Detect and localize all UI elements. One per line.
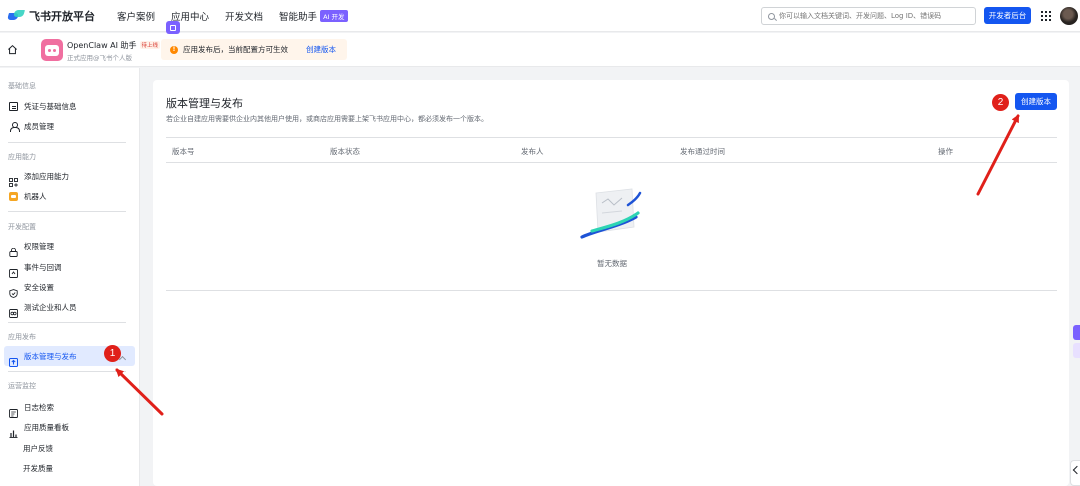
warning-icon: ! — [170, 45, 178, 54]
app-status-badge: 待上线 — [139, 41, 161, 49]
main-panel: 版本管理与发布 若企业自建应用需要供企业内其他用户使用，或商店应用需要上架飞书应… — [153, 80, 1069, 486]
nav-smart-assistant[interactable]: 智能助手 AI 开发 — [279, 9, 348, 23]
sidebar-item-test-tenant[interactable]: 测试企业和人员 — [4, 297, 135, 318]
nav-smart-assistant-label: 智能助手 — [279, 11, 318, 23]
shield-icon — [9, 283, 18, 298]
publish-notice: ! 应用发布后，当前配置方可生效 创建版本 — [161, 39, 347, 60]
nav-customer-cases[interactable]: 客户案例 — [117, 9, 155, 23]
sidebar-item-label: 测试企业和人员 — [24, 302, 77, 312]
developer-console-button[interactable]: 开发者后台 — [984, 7, 1031, 24]
sidebar-item-label: 添加应用能力 — [24, 171, 69, 181]
divider — [8, 211, 126, 212]
sidebar-item-label: 事件与回调 — [24, 262, 62, 272]
app-name[interactable]: OpenClaw AI 助手 待上线 — [67, 40, 161, 51]
grid-plus-icon — [9, 172, 18, 187]
sidebar-item-members[interactable]: 成员管理 — [4, 116, 135, 136]
sidebar-item-credentials[interactable]: 凭证与基础信息 — [4, 96, 135, 116]
divider — [8, 371, 126, 372]
version-icon — [9, 352, 18, 367]
empty-state-text: 暂无数据 — [597, 259, 627, 268]
column-header-approved-time: 发布通过时间 — [680, 147, 725, 156]
bar-chart-icon — [9, 423, 18, 438]
ai-assistant-tab[interactable] — [1073, 325, 1080, 340]
document-icon — [9, 101, 18, 111]
event-icon — [9, 263, 18, 278]
empty-state-illustration — [580, 188, 642, 239]
sidebar-item-label: 用户反馈 — [23, 443, 53, 453]
sidebar: 基础信息 凭证与基础信息 成员管理 应用能力 添加应用能力 机器人 开发配置 权… — [0, 68, 140, 486]
app-type-label: 正式应用@飞书个人版 — [67, 54, 132, 62]
test-icon — [9, 303, 18, 318]
sidebar-item-user-feedback[interactable]: 用户反馈 — [4, 438, 135, 458]
app-center-popup-icon[interactable] — [166, 21, 180, 34]
sidebar-item-label: 凭证与基础信息 — [24, 101, 77, 111]
app-avatar — [41, 39, 63, 61]
help-tab[interactable] — [1073, 343, 1080, 358]
notice-create-version-link[interactable]: 创建版本 — [306, 44, 336, 55]
feishu-logo-icon — [7, 9, 25, 22]
column-header-actions: 操作 — [938, 147, 953, 156]
sidebar-item-label: 应用质量看板 — [24, 422, 69, 432]
user-icon — [9, 121, 20, 132]
table-divider — [166, 290, 1057, 291]
sidebar-item-quality-dashboard[interactable]: 应用质量看板 — [4, 417, 135, 438]
sidebar-item-add-capability[interactable]: 添加应用能力 — [4, 166, 135, 187]
page-title: 版本管理与发布 — [166, 97, 243, 110]
section-title-basic: 基础信息 — [8, 82, 36, 90]
section-title-publish: 应用发布 — [8, 333, 36, 341]
search-input[interactable] — [779, 12, 969, 20]
robot-icon — [9, 191, 18, 201]
nav-dev-docs[interactable]: 开发文档 — [225, 9, 263, 23]
divider — [8, 142, 126, 143]
sidebar-item-events[interactable]: 事件与回调 — [4, 257, 135, 278]
user-avatar[interactable] — [1060, 7, 1078, 25]
annotation-marker-2: 2 — [992, 94, 1009, 111]
home-icon[interactable] — [7, 44, 18, 55]
section-title-monitoring: 运营监控 — [8, 382, 36, 390]
notice-text: 应用发布后，当前配置方可生效 — [183, 45, 288, 54]
sidebar-item-label: 安全设置 — [24, 282, 54, 292]
sidebar-item-security[interactable]: 安全设置 — [4, 277, 135, 298]
sidebar-item-label: 日志检索 — [24, 402, 54, 412]
log-icon — [9, 403, 18, 418]
sidebar-item-permissions[interactable]: 权限管理 — [4, 236, 135, 257]
column-header-publisher: 发布人 — [521, 147, 544, 156]
column-header-version: 版本号 — [172, 147, 195, 156]
section-title-dev-config: 开发配置 — [8, 223, 36, 231]
search-box[interactable] — [761, 7, 976, 25]
app-name-text: OpenClaw AI 助手 — [67, 41, 137, 50]
collapse-panel-button[interactable] — [1070, 460, 1080, 486]
create-version-button[interactable]: 创建版本 — [1015, 93, 1057, 110]
sidebar-item-label: 版本管理与发布 — [24, 351, 77, 361]
column-header-status: 版本状态 — [330, 147, 360, 156]
brand-logo[interactable]: 飞书开放平台 — [7, 8, 95, 24]
lock-icon — [9, 242, 18, 257]
sidebar-item-label: 开发质量 — [23, 463, 53, 473]
apps-grid-icon[interactable] — [1041, 11, 1051, 21]
sidebar-item-bot[interactable]: 机器人 — [4, 186, 135, 206]
annotation-marker-1: 1 — [104, 345, 121, 362]
ai-dev-badge: AI 开发 — [320, 9, 348, 22]
page-description: 若企业自建应用需要供企业内其他用户使用，或商店应用需要上架飞书应用中心，都必须发… — [166, 115, 488, 123]
sidebar-item-label: 机器人 — [24, 191, 47, 201]
brand-name: 飞书开放平台 — [29, 9, 95, 23]
section-title-capabilities: 应用能力 — [8, 153, 36, 161]
sidebar-item-label: 成员管理 — [24, 121, 54, 131]
sidebar-item-dev-quality[interactable]: 开发质量 — [4, 458, 135, 478]
search-icon — [768, 12, 775, 20]
sidebar-item-label: 权限管理 — [24, 241, 54, 251]
table-header: 版本号 版本状态 发布人 发布通过时间 操作 — [166, 137, 1057, 163]
divider — [8, 322, 126, 323]
sidebar-item-log-search[interactable]: 日志检索 — [4, 397, 135, 418]
